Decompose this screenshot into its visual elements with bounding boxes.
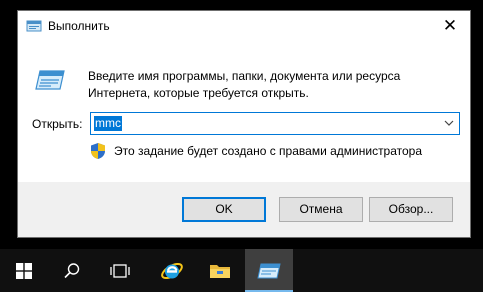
file-explorer-icon [210,264,230,278]
run-app-icon [257,263,281,278]
open-combobox[interactable]: mmc [90,112,460,135]
admin-note: Это задание будет создано с правами адми… [114,144,423,158]
taskbar-internet-explorer[interactable] [148,249,196,292]
windows-start-icon [16,262,32,279]
search-icon [64,262,80,278]
cancel-button[interactable]: Отмена [279,197,363,222]
browse-button[interactable]: Обзор... [369,197,453,222]
description-text: Введите имя программы, папки, документа … [88,69,401,100]
close-icon: ✕ [442,16,458,36]
button-bar: OK Отмена Обзор... [18,182,470,237]
chevron-down-icon[interactable] [444,119,454,127]
search-button[interactable] [48,249,96,292]
run-icon [26,20,42,32]
run-dialog: Выполнить ✕ Введите имя программы, папки… [17,10,471,238]
taskbar [0,249,483,292]
open-input[interactable]: mmc [94,116,122,131]
uac-shield-icon [91,143,105,159]
dialog-title: Выполнить [48,19,110,33]
taskbar-file-explorer[interactable] [196,249,244,292]
task-view-icon [110,263,130,278]
start-button[interactable] [0,249,48,292]
taskbar-run[interactable] [245,249,293,292]
open-label: Открыть: [32,117,83,131]
title-bar[interactable]: Выполнить ✕ [18,11,470,42]
ok-button[interactable]: OK [182,197,266,222]
internet-explorer-icon [161,262,183,279]
task-view-button[interactable] [96,249,144,292]
run-icon [35,70,65,90]
close-button[interactable]: ✕ [430,11,470,41]
